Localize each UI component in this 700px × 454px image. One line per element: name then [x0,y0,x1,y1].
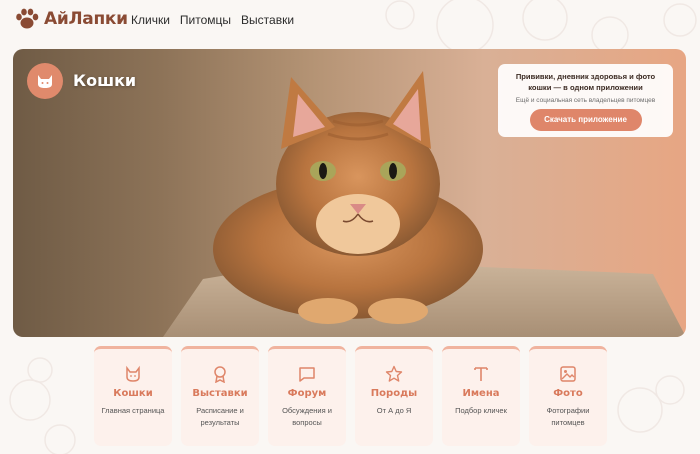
star-icon [385,365,403,382]
card-shows[interactable]: Выставки Расписание и результаты [181,346,259,446]
card-desc: Главная страница [101,406,165,415]
card-title: Породы [370,388,418,399]
card-breeds[interactable]: Породы От А до Я [355,346,433,446]
image-icon [560,366,576,382]
chat-icon [299,367,315,382]
site-header: АйЛапки Клички Питомцы Выставки [0,0,700,40]
nav-link-pets[interactable]: Питомцы [180,13,231,27]
card-title: Выставки [192,388,248,399]
card-desc: Фотографии питомцев [546,406,590,427]
text-icon [474,367,488,381]
cat-icon [126,365,140,382]
card-forum[interactable]: Форум Обсуждения и вопросы [268,346,346,446]
section-cards: Кошки Главная страница Выставки Расписан… [94,346,607,446]
paw-logo-icon [16,8,39,29]
card-desc: От А до Я [376,406,412,415]
app-promo-card: Прививки, дневник здоровья и фото кошки … [498,64,673,137]
card-cats[interactable]: Кошки Главная страница [94,346,172,446]
site-logo[interactable]: АйЛапки [14,7,128,31]
card-title: Имена [462,388,500,399]
nav-link-names[interactable]: Клички [131,13,170,27]
card-title: Кошки [113,388,153,399]
card-names[interactable]: Имена Подбор кличек [442,346,520,446]
hero-title: Кошки [73,71,137,90]
card-desc: Подбор кличек [455,406,507,415]
main-nav: Клички Питомцы Выставки [131,13,294,27]
logo-text: АйЛапки [44,9,128,29]
card-desc: Обсуждения и вопросы [282,406,332,427]
promo-title: Прививки, дневник здоровья и фото кошки … [515,72,656,92]
card-title: Фото [553,388,583,399]
hero-banner: Кошки Прививки, дневник здоровья и фото … [13,49,686,337]
download-app-button[interactable]: Скачать приложение [529,109,642,131]
card-title: Форум [287,388,327,399]
hero-category-badge [27,63,63,99]
promo-subtitle: Ещё и социальная сеть владельцев питомце… [515,97,656,104]
nav-link-shows[interactable]: Выставки [241,13,294,27]
card-photos[interactable]: Фото Фотографии питомцев [529,346,607,446]
award-icon [214,366,226,383]
cat-face-icon [38,75,52,88]
card-desc: Расписание и результаты [196,406,244,427]
